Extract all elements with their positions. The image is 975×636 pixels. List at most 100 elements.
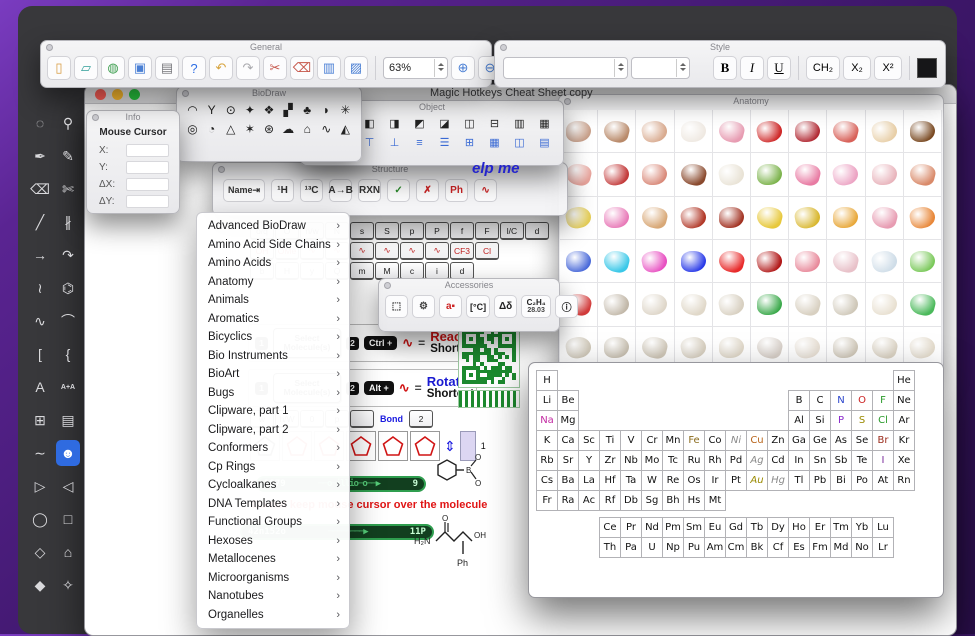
- element-cell[interactable]: At: [872, 470, 894, 491]
- anatomy-item-stomach[interactable]: [751, 153, 789, 196]
- menu-item-advanced-biodraw[interactable]: Advanced BioDraw›: [197, 217, 349, 236]
- element-cell[interactable]: Rh: [704, 450, 726, 471]
- phenyl-template-button[interactable]: Ph: [445, 179, 468, 202]
- freeform-tool[interactable]: ✧: [56, 572, 80, 598]
- element-cell[interactable]: Rf: [599, 490, 621, 511]
- lasso-tool[interactable]: ◌: [28, 110, 52, 136]
- stepper-icon[interactable]: [676, 59, 689, 77]
- element-cell[interactable]: Ca: [557, 430, 579, 451]
- anatomy-item-vertebra[interactable]: [827, 283, 865, 326]
- menu-item-cp-rings[interactable]: Cp Rings›: [197, 458, 349, 477]
- undo-icon[interactable]: ↶: [209, 56, 233, 80]
- element-cell[interactable]: Cs: [536, 470, 558, 491]
- anatomy-item-muscle-torso[interactable]: [675, 197, 713, 240]
- ring-tool[interactable]: ⌬: [56, 275, 80, 301]
- menu-item-amino-acid-side-chains[interactable]: Amino Acid Side Chains›: [197, 236, 349, 255]
- fragment-template-button[interactable]: ∿: [474, 179, 497, 202]
- object-align-icon[interactable]: ◨: [386, 115, 403, 132]
- element-cell[interactable]: Pb: [809, 470, 831, 491]
- object-align-icon[interactable]: ◪: [436, 115, 453, 132]
- anatomy-item-cell-cyan[interactable]: [598, 240, 636, 283]
- element-cell[interactable]: Yb: [851, 517, 873, 538]
- element-cell[interactable]: Tl: [788, 470, 810, 491]
- element-cell[interactable]: P: [830, 410, 852, 431]
- biodraw-palette-titlebar[interactable]: BioDraw: [177, 87, 361, 100]
- anatomy-item-heart-anatomical[interactable]: [789, 110, 827, 153]
- anatomy-item-cell-cross-section[interactable]: [789, 240, 827, 283]
- zoom-level-select[interactable]: 63%: [383, 57, 448, 79]
- close-palette-button[interactable]: [182, 90, 189, 97]
- menu-item-animals[interactable]: Animals›: [197, 291, 349, 310]
- anatomy-item-neuron-blue[interactable]: [560, 240, 598, 283]
- element-cell[interactable]: Co: [704, 430, 726, 451]
- object-align-icon[interactable]: ≡: [411, 134, 428, 151]
- element-cell[interactable]: Pt: [725, 470, 747, 491]
- close-palette-button[interactable]: [500, 44, 507, 51]
- element-cell[interactable]: Al: [788, 410, 810, 431]
- biodraw-template-icon[interactable]: ✳: [337, 101, 354, 118]
- biodraw-template-icon[interactable]: ❖: [260, 101, 277, 118]
- element-cell[interactable]: Ra: [557, 490, 579, 511]
- brace-tool[interactable]: {: [56, 341, 80, 367]
- close-palette-button[interactable]: [384, 282, 391, 289]
- element-cell[interactable]: H: [536, 370, 558, 391]
- anatomy-item-red-blood-cell[interactable]: [713, 240, 751, 283]
- element-cell[interactable]: Pr: [620, 517, 642, 538]
- anatomy-item-white-blood-cell[interactable]: [866, 240, 904, 283]
- biodraw-template-icon[interactable]: ✦: [241, 101, 258, 118]
- object-align-icon[interactable]: ⊟: [486, 115, 503, 132]
- name-to-structure-button[interactable]: Name⇥: [223, 179, 265, 202]
- document-tool[interactable]: ▤: [56, 407, 80, 433]
- anatomy-item-cell-pink[interactable]: [598, 197, 636, 240]
- pen-tool[interactable]: ✒: [28, 143, 52, 169]
- check-structure-button[interactable]: ✓: [387, 179, 410, 202]
- anatomy-item-heart[interactable]: [751, 110, 789, 153]
- element-cell[interactable]: Nd: [641, 517, 663, 538]
- anatomy-item-cell-magenta[interactable]: [636, 240, 674, 283]
- proton-nmr-button[interactable]: ¹H: [271, 179, 294, 202]
- abbreviation-tool[interactable]: A+A: [56, 374, 80, 400]
- object-align-icon[interactable]: ▦: [486, 134, 503, 151]
- element-cell[interactable]: Bh: [662, 490, 684, 511]
- menu-item-metallocenes[interactable]: Metallocenes›: [197, 550, 349, 569]
- anatomy-item-chromosome-pair[interactable]: [598, 283, 636, 326]
- browse-web-icon[interactable]: ◍: [101, 56, 125, 80]
- temperature-unit-icon[interactable]: [°C]: [466, 295, 490, 318]
- delete-icon[interactable]: ⌫: [290, 56, 314, 80]
- biodraw-template-icon[interactable]: ◠: [184, 101, 201, 118]
- element-cell[interactable]: U: [641, 537, 663, 558]
- element-cell[interactable]: La: [578, 470, 600, 491]
- element-cell[interactable]: Mn: [662, 430, 684, 451]
- element-cell[interactable]: Fm: [809, 537, 831, 558]
- menu-item-anatomy[interactable]: Anatomy›: [197, 273, 349, 292]
- anatomy-item-human-body[interactable]: [560, 110, 598, 153]
- bold-button[interactable]: B: [713, 56, 737, 80]
- element-cell[interactable]: Sm: [683, 517, 705, 538]
- element-cell[interactable]: Te: [851, 450, 873, 471]
- cursor-tracker-icon[interactable]: ⬚: [385, 295, 408, 318]
- cut-icon[interactable]: ✂: [263, 56, 287, 80]
- element-cell[interactable]: Po: [851, 470, 873, 491]
- menu-item-amino-acids[interactable]: Amino Acids›: [197, 254, 349, 273]
- reaction-map-button[interactable]: A→B: [329, 179, 352, 202]
- biodraw-template-icon[interactable]: ∿: [318, 120, 335, 137]
- element-cell[interactable]: Ce: [599, 517, 621, 538]
- element-cell[interactable]: Ru: [683, 450, 705, 471]
- element-cell[interactable]: W: [641, 470, 663, 491]
- element-cell[interactable]: Rb: [536, 450, 558, 471]
- biodraw-template-icon[interactable]: △: [222, 120, 239, 137]
- anatomy-item-neuron-pink[interactable]: [866, 197, 904, 240]
- element-cell[interactable]: Pa: [620, 537, 642, 558]
- anatomy-item-pelvis-bone[interactable]: [636, 283, 674, 326]
- save-icon[interactable]: ▣: [128, 56, 152, 80]
- element-cell[interactable]: Ba: [557, 470, 579, 491]
- element-cell[interactable]: Cl: [872, 410, 894, 431]
- element-cell[interactable]: As: [830, 430, 852, 451]
- element-cell[interactable]: Zn: [767, 430, 789, 451]
- element-cell[interactable]: Br: [872, 430, 894, 451]
- element-cell[interactable]: Bi: [830, 470, 852, 491]
- biodraw-template-icon[interactable]: ☁: [280, 120, 297, 137]
- element-cell[interactable]: He: [893, 370, 915, 391]
- anatomy-item-red-blood-cell-dark[interactable]: [751, 240, 789, 283]
- hotkey-badge-icon[interactable]: a▪: [439, 295, 462, 318]
